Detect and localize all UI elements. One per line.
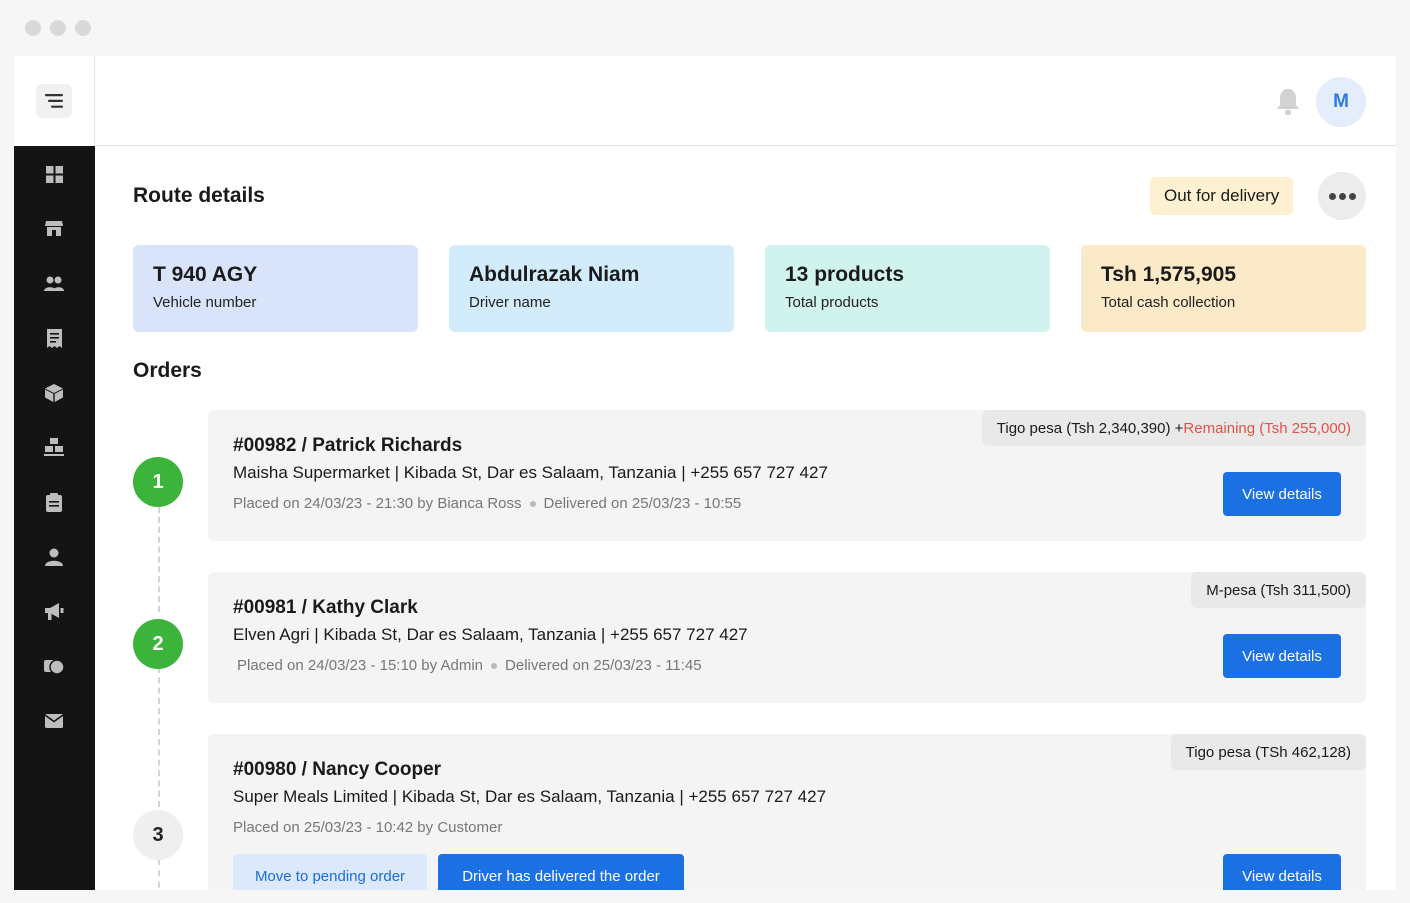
window-controls bbox=[25, 20, 91, 36]
stat-label: Total cash collection bbox=[1101, 294, 1236, 311]
order-card: Tigo pesa (Tsh 2,340,390) + Remaining (T… bbox=[208, 410, 1366, 541]
top-header: M bbox=[95, 56, 1396, 146]
placed-text: Placed on 25/03/23 - 10:42 by Customer bbox=[233, 819, 503, 836]
order-card: Tigo pesa (TSh 462,128) #00980 / Nancy C… bbox=[208, 734, 1366, 890]
menu-icon bbox=[45, 94, 63, 108]
warehouse-icon[interactable] bbox=[44, 437, 64, 457]
order-meta: Placed on 24/03/23 - 21:30 by Bianca Ros… bbox=[233, 495, 741, 512]
menu-cell bbox=[14, 56, 95, 146]
order-card: M-pesa (Tsh 311,500) #00981 / Kathy Clar… bbox=[208, 572, 1366, 703]
sidebar bbox=[14, 146, 95, 890]
window-maximize-dot[interactable] bbox=[75, 20, 91, 36]
payment-tag: Tigo pesa (TSh 462,128) bbox=[1170, 734, 1366, 770]
notification-bell-icon[interactable] bbox=[1275, 88, 1301, 116]
stat-label: Vehicle number bbox=[153, 294, 257, 311]
clipboard-icon[interactable] bbox=[44, 492, 64, 512]
window-close-dot[interactable] bbox=[25, 20, 41, 36]
main-content: Route details Out for delivery T 940 AGY… bbox=[95, 147, 1396, 890]
mail-icon[interactable] bbox=[44, 711, 64, 731]
box-icon[interactable] bbox=[44, 383, 64, 403]
order-id-name: #00981 / Kathy Clark bbox=[233, 597, 418, 618]
stat-card-driver: Abdulrazak Niam Driver name bbox=[449, 245, 734, 332]
order-id-name: #00980 / Nancy Cooper bbox=[233, 759, 442, 780]
stat-card-products: 13 products Total products bbox=[765, 245, 1050, 332]
order-meta: Placed on 24/03/23 - 15:10 by Admin Deli… bbox=[237, 657, 702, 674]
stat-card-vehicle: T 940 AGY Vehicle number bbox=[133, 245, 418, 332]
menu-toggle-button[interactable] bbox=[36, 84, 72, 118]
order-address: Elven Agri | Kibada St, Dar es Salaam, T… bbox=[233, 625, 748, 644]
payment-text: M-pesa (Tsh 311,500) bbox=[1206, 581, 1351, 599]
delivered-text: Delivered on 25/03/23 - 10:55 bbox=[543, 495, 742, 512]
dashboard-icon[interactable] bbox=[44, 164, 64, 184]
more-dots-icon bbox=[1328, 192, 1336, 200]
order-address: Maisha Supermarket | Kibada St, Dar es S… bbox=[233, 463, 828, 482]
payment-text: Tigo pesa (Tsh 2,340,390) + bbox=[996, 419, 1184, 437]
user-avatar[interactable]: M bbox=[1316, 77, 1366, 127]
placed-text: Placed on 24/03/23 - 15:10 by Admin bbox=[237, 657, 484, 674]
remaining-text: Remaining (Tsh 255,000) bbox=[1183, 419, 1351, 437]
move-to-pending-button[interactable]: Move to pending order bbox=[233, 854, 427, 890]
finance-icon[interactable] bbox=[44, 656, 64, 676]
megaphone-icon[interactable] bbox=[44, 601, 64, 621]
app-window: M Route details Out for delivery T 940 A… bbox=[0, 0, 1410, 903]
users-icon[interactable] bbox=[44, 273, 64, 293]
app-frame: M Route details Out for delivery T 940 A… bbox=[14, 56, 1396, 890]
orders-heading: Orders bbox=[133, 359, 202, 382]
driver-delivered-button[interactable]: Driver has delivered the order bbox=[438, 854, 684, 890]
view-details-button[interactable]: View details bbox=[1223, 634, 1341, 678]
timeline-step-3: 3 bbox=[133, 810, 183, 860]
separator-dot bbox=[491, 662, 498, 669]
store-icon[interactable] bbox=[44, 218, 64, 238]
delivered-text: Delivered on 25/03/23 - 11:45 bbox=[505, 657, 702, 674]
view-details-button[interactable]: View details bbox=[1223, 854, 1341, 890]
payment-text: Tigo pesa (TSh 462,128) bbox=[1185, 743, 1351, 761]
stat-value: Tsh 1,575,905 bbox=[1101, 263, 1237, 286]
placed-text: Placed on 24/03/23 - 21:30 by Bianca Ros… bbox=[233, 495, 522, 512]
driver-icon[interactable] bbox=[44, 547, 64, 567]
more-options-button[interactable] bbox=[1318, 172, 1366, 220]
order-address: Super Meals Limited | Kibada St, Dar es … bbox=[233, 787, 827, 806]
stat-value: 13 products bbox=[785, 263, 905, 286]
payment-tag: Tigo pesa (Tsh 2,340,390) + Remaining (T… bbox=[981, 410, 1366, 446]
stat-label: Driver name bbox=[469, 294, 551, 311]
stat-value: T 940 AGY bbox=[153, 263, 258, 286]
window-minimize-dot[interactable] bbox=[50, 20, 66, 36]
order-meta: Placed on 25/03/23 - 10:42 by Customer bbox=[233, 819, 502, 836]
order-id-name: #00982 / Patrick Richards bbox=[233, 435, 463, 456]
timeline-step-1: 1 bbox=[133, 457, 183, 507]
timeline-connector bbox=[158, 859, 160, 890]
timeline-connector bbox=[158, 507, 160, 612]
view-details-button[interactable]: View details bbox=[1223, 472, 1341, 516]
timeline-step-2: 2 bbox=[133, 619, 183, 669]
stat-value: Abdulrazak Niam bbox=[469, 263, 640, 286]
payment-tag: M-pesa (Tsh 311,500) bbox=[1191, 572, 1366, 608]
stat-label: Total products bbox=[785, 294, 879, 311]
stat-card-cash: Tsh 1,575,905 Total cash collection bbox=[1081, 245, 1366, 332]
separator-dot bbox=[529, 500, 536, 507]
timeline-connector bbox=[158, 667, 160, 807]
receipt-icon[interactable] bbox=[44, 328, 64, 348]
page-title: Route details bbox=[133, 184, 265, 207]
status-badge: Out for delivery bbox=[1150, 177, 1294, 215]
